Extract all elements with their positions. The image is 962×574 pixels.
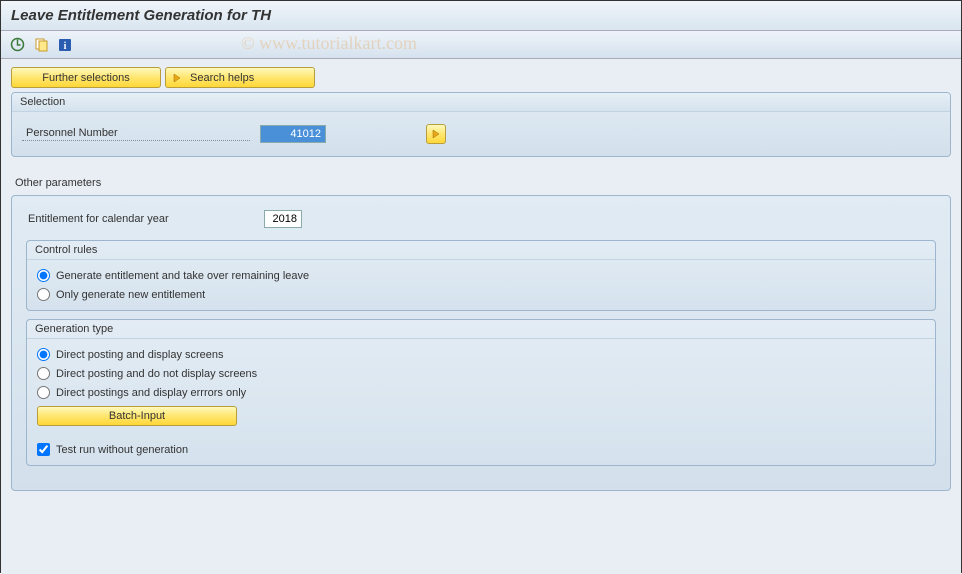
batch-input-button[interactable]: Batch-Input <box>37 406 237 426</box>
gen-type-radio-3[interactable] <box>37 386 50 399</box>
control-rule-option-2[interactable]: Only generate new entitlement <box>37 285 925 304</box>
radio-label: Direct posting and display screens <box>56 349 224 361</box>
info-icon[interactable]: i <box>57 37 73 53</box>
title-bar: Leave Entitlement Generation for TH <box>1 1 961 31</box>
personnel-number-input[interactable] <box>260 125 326 143</box>
multiple-selection-button[interactable] <box>426 124 446 144</box>
content-area: Further selections Search helps Selectio… <box>1 59 961 574</box>
entitlement-year-row: Entitlement for calendar year <box>24 206 938 232</box>
variant-icon[interactable] <box>33 37 49 53</box>
radio-label: Generate entitlement and take over remai… <box>56 270 309 282</box>
selection-group: Selection Personnel Number <box>11 92 951 157</box>
control-rules-group: Control rules Generate entitlement and t… <box>26 240 936 311</box>
test-run-checkbox[interactable] <box>37 443 50 456</box>
other-params-group: Entitlement for calendar year Control ru… <box>11 195 951 491</box>
selection-header: Selection <box>12 93 950 112</box>
radio-label: Only generate new entitlement <box>56 289 205 301</box>
control-rule-radio-1[interactable] <box>37 269 50 282</box>
further-selections-button[interactable]: Further selections <box>11 67 161 88</box>
top-button-row: Further selections Search helps <box>11 67 951 88</box>
radio-label: Direct posting and do not display screen… <box>56 368 257 380</box>
gen-type-radio-2[interactable] <box>37 367 50 380</box>
gen-type-option-2[interactable]: Direct posting and do not display screen… <box>37 364 925 383</box>
arrow-right-icon <box>170 71 184 85</box>
svg-text:i: i <box>64 41 67 52</box>
search-helps-button[interactable]: Search helps <box>165 67 315 88</box>
control-rule-option-1[interactable]: Generate entitlement and take over remai… <box>37 266 925 285</box>
gen-type-radio-1[interactable] <box>37 348 50 361</box>
app-toolbar: i <box>1 31 961 59</box>
entitlement-year-input[interactable] <box>264 210 302 228</box>
personnel-number-row: Personnel Number <box>22 120 940 148</box>
control-rule-radio-2[interactable] <box>37 288 50 301</box>
radio-label: Direct postings and display errrors only <box>56 387 246 399</box>
other-params-header: Other parameters <box>11 175 951 195</box>
checkbox-label: Test run without generation <box>56 444 188 456</box>
gen-type-option-1[interactable]: Direct posting and display screens <box>37 345 925 364</box>
button-label: Batch-Input <box>109 410 165 422</box>
gen-type-option-3[interactable]: Direct postings and display errrors only <box>37 383 925 402</box>
page-title: Leave Entitlement Generation for TH <box>11 7 271 24</box>
button-label: Further selections <box>42 72 129 84</box>
generation-type-group: Generation type Direct posting and displ… <box>26 319 936 466</box>
personnel-number-label: Personnel Number <box>22 127 250 141</box>
control-rules-header: Control rules <box>27 241 935 260</box>
entitlement-year-label: Entitlement for calendar year <box>24 213 254 226</box>
generation-type-header: Generation type <box>27 320 935 339</box>
execute-icon[interactable] <box>9 37 25 53</box>
button-label: Search helps <box>190 72 254 84</box>
test-run-row[interactable]: Test run without generation <box>37 440 925 459</box>
